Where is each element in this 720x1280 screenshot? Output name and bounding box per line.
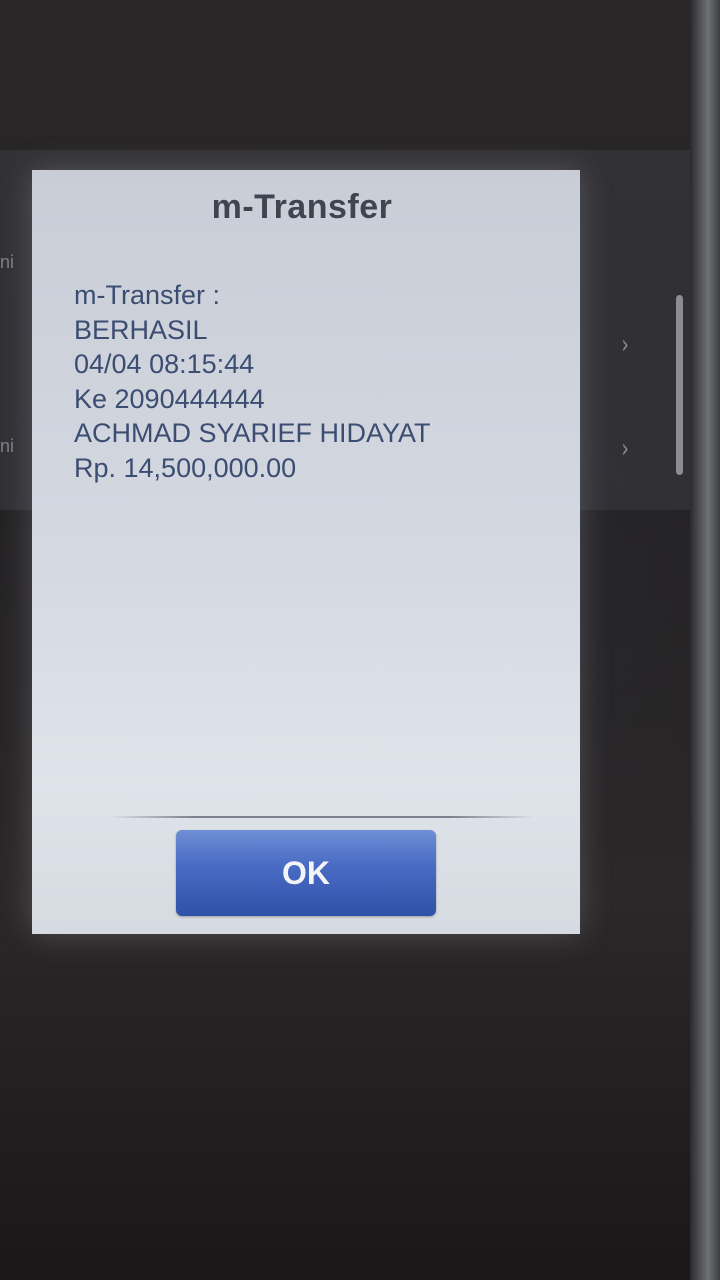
device-bezel bbox=[690, 0, 720, 1280]
ok-button[interactable]: OK bbox=[176, 830, 436, 916]
transfer-timestamp: 04/04 08:15:44 bbox=[74, 349, 255, 379]
background-partial-text-1: ni bbox=[0, 252, 15, 272]
transfer-result-dialog: m-Transfer m-Transfer : BERHASIL 04/04 0… bbox=[32, 170, 580, 934]
dialog-divider bbox=[110, 816, 534, 818]
recipient-account: Ke 2090444444 bbox=[74, 383, 265, 414]
background-partial-text-2: ni bbox=[0, 436, 15, 456]
transfer-amount: Rp. 14,500,000.00 bbox=[74, 452, 297, 483]
scrollbar[interactable] bbox=[676, 295, 683, 475]
message-header: m-Transfer : bbox=[74, 280, 221, 310]
recipient-name: ACHMAD SYARIEF HIDAYAT bbox=[74, 418, 431, 448]
chevron-right-icon: › bbox=[621, 330, 629, 360]
chevron-right-icon: › bbox=[621, 434, 629, 464]
transfer-status: BERHASIL bbox=[74, 314, 208, 345]
dialog-message: m-Transfer : BERHASIL 04/04 08:15:44 Ke … bbox=[74, 278, 431, 485]
dialog-title: m-Transfer bbox=[211, 188, 393, 226]
